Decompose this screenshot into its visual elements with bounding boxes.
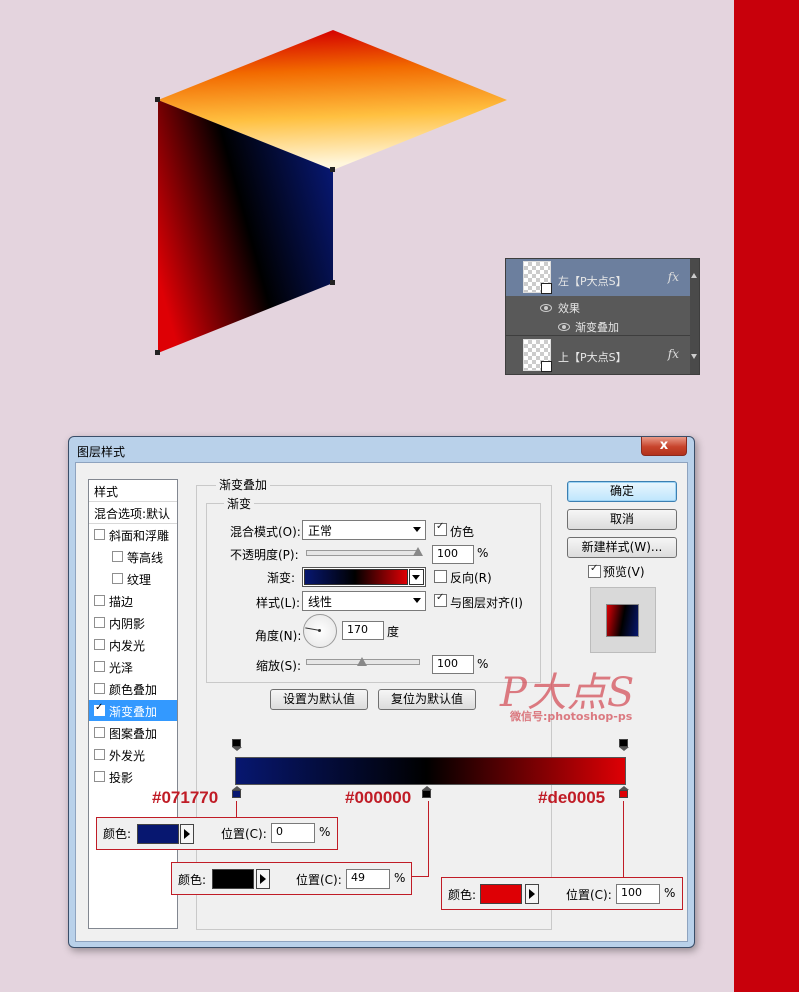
style-label: 等高线 bbox=[127, 551, 164, 565]
style-checkbox[interactable] bbox=[112, 551, 123, 562]
style-checkbox[interactable] bbox=[94, 661, 105, 672]
preview-thumbnail bbox=[590, 587, 656, 653]
effect-gradient-overlay[interactable]: 渐变叠加 bbox=[575, 319, 619, 335]
style-checkbox[interactable] bbox=[94, 617, 105, 628]
layer-row-top[interactable]: 上【P大点S】 fx bbox=[506, 336, 699, 374]
gradient-picker[interactable] bbox=[302, 567, 426, 587]
style-item[interactable]: 等高线 bbox=[89, 546, 177, 567]
style-label: 图案叠加 bbox=[109, 727, 158, 741]
right-red-band bbox=[734, 0, 799, 992]
style-list: 样式 混合选项:默认 斜面和浮雕等高线纹理描边内阴影内发光光泽颜色叠加渐变叠加图… bbox=[88, 479, 178, 929]
style-checkbox[interactable] bbox=[94, 727, 105, 738]
layers-scrollbar[interactable] bbox=[690, 259, 699, 374]
style-select[interactable]: 线性 bbox=[302, 591, 426, 611]
style-checkbox[interactable] bbox=[94, 771, 105, 782]
watermark-sub: 微信号:photoshop-ps bbox=[510, 710, 633, 723]
opacity-unit: % bbox=[477, 546, 489, 560]
style-label: 光泽 bbox=[109, 661, 134, 675]
layer-row-left[interactable]: 左【P大点S】 fx bbox=[506, 259, 699, 296]
style-checkbox[interactable] bbox=[94, 595, 105, 606]
align-with-layer-checkbox[interactable] bbox=[434, 592, 447, 607]
new-style-button[interactable]: 新建样式(W)... bbox=[567, 537, 677, 558]
angle-input[interactable]: 170 bbox=[342, 621, 384, 640]
style-item[interactable]: 图案叠加 bbox=[89, 722, 177, 743]
style-item[interactable]: 纹理 bbox=[89, 568, 177, 589]
blend-options-item[interactable]: 混合选项:默认 bbox=[89, 502, 177, 524]
opacity-label: 不透明度(P): bbox=[230, 548, 299, 562]
style-item[interactable]: 渐变叠加 bbox=[89, 700, 177, 721]
angle-label: 角度(N): bbox=[255, 629, 302, 643]
style-label: 描边 bbox=[109, 595, 134, 609]
angle-unit: 度 bbox=[387, 625, 400, 639]
style-label: 投影 bbox=[109, 771, 134, 785]
reverse-label: 反向(R) bbox=[450, 571, 492, 585]
visibility-eye-icon[interactable] bbox=[558, 323, 570, 331]
layers-panel: 左【P大点S】 fx 效果 渐变叠加 上【P大点S】 fx bbox=[505, 258, 700, 375]
angle-dial[interactable] bbox=[303, 614, 337, 648]
style-label: 样式(L): bbox=[256, 596, 301, 610]
style-item[interactable]: 斜面和浮雕 bbox=[89, 524, 177, 545]
close-button[interactable]: x bbox=[641, 437, 687, 456]
dither-label: 仿色 bbox=[450, 525, 475, 539]
gradient-label: 渐变: bbox=[267, 571, 296, 585]
cancel-button[interactable]: 取消 bbox=[567, 509, 677, 530]
gradient-box-illustration bbox=[155, 30, 507, 355]
style-item[interactable]: 内发光 bbox=[89, 634, 177, 655]
blend-mode-label: 混合模式(O): bbox=[230, 525, 301, 539]
blend-mode-select[interactable]: 正常 bbox=[302, 520, 426, 540]
style-item[interactable]: 投影 bbox=[89, 766, 177, 787]
layer-thumbnail bbox=[523, 339, 552, 372]
style-checkbox[interactable] bbox=[94, 683, 105, 694]
scale-slider-knob[interactable] bbox=[357, 657, 367, 666]
reverse-checkbox[interactable] bbox=[434, 570, 447, 583]
style-label: 纹理 bbox=[127, 573, 152, 587]
style-item[interactable]: 光泽 bbox=[89, 656, 177, 677]
style-checkbox[interactable] bbox=[94, 529, 105, 540]
style-label: 外发光 bbox=[109, 749, 146, 763]
style-checkbox[interactable] bbox=[94, 702, 105, 716]
dialog-title: 图层样式 bbox=[77, 445, 126, 459]
opacity-input[interactable]: 100 bbox=[432, 545, 474, 564]
style-item[interactable]: 外发光 bbox=[89, 744, 177, 765]
layer-name: 上【P大点S】 bbox=[558, 351, 627, 364]
style-label: 内阴影 bbox=[109, 617, 146, 631]
fx-icon[interactable]: fx bbox=[668, 347, 679, 361]
set-default-button[interactable]: 设置为默认值 bbox=[270, 689, 368, 710]
style-item[interactable]: 颜色叠加 bbox=[89, 678, 177, 699]
style-checkbox[interactable] bbox=[112, 573, 123, 584]
style-label: 斜面和浮雕 bbox=[109, 529, 170, 543]
group-title: 渐变 bbox=[224, 495, 255, 512]
style-label: 渐变叠加 bbox=[109, 705, 158, 719]
ok-button[interactable]: 确定 bbox=[567, 481, 677, 502]
style-label: 颜色叠加 bbox=[109, 683, 158, 697]
visibility-eye-icon[interactable] bbox=[540, 304, 552, 312]
scale-label: 缩放(S): bbox=[256, 659, 302, 673]
style-item[interactable]: 内阴影 bbox=[89, 612, 177, 633]
style-checkbox[interactable] bbox=[94, 749, 105, 760]
opacity-slider[interactable] bbox=[306, 550, 420, 556]
reset-default-button[interactable]: 复位为默认值 bbox=[378, 689, 476, 710]
layer-name: 左【P大点S】 bbox=[558, 275, 627, 288]
scale-input[interactable]: 100 bbox=[432, 655, 474, 674]
preview-checkbox[interactable] bbox=[588, 563, 601, 578]
effects-label: 效果 bbox=[558, 302, 580, 315]
fx-icon[interactable]: fx bbox=[668, 270, 679, 284]
style-checkbox[interactable] bbox=[94, 639, 105, 650]
style-list-header[interactable]: 样式 bbox=[89, 480, 177, 502]
style-label: 内发光 bbox=[109, 639, 146, 653]
scale-unit: % bbox=[477, 657, 489, 671]
preview-label: 预览(V) bbox=[603, 565, 645, 579]
layer-thumbnail bbox=[523, 261, 552, 294]
dither-checkbox[interactable] bbox=[434, 521, 447, 536]
section-title: 渐变叠加 bbox=[216, 476, 271, 493]
style-item[interactable]: 描边 bbox=[89, 590, 177, 611]
align-with-layer-label: 与图层对齐(I) bbox=[450, 596, 523, 610]
opacity-slider-knob[interactable] bbox=[413, 547, 423, 556]
